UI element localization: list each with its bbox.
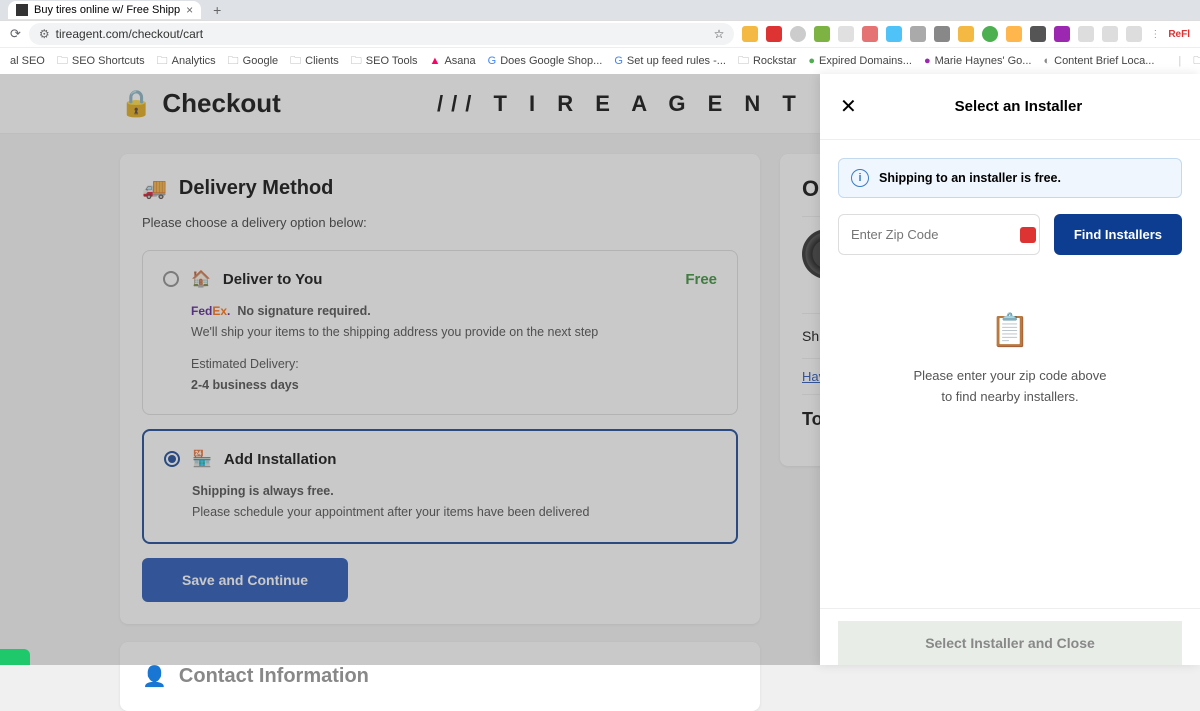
find-installers-button[interactable]: Find Installers [1054, 214, 1182, 255]
bookmark-item[interactable]: GDoes Google Shop... [488, 55, 603, 67]
bookmark-bar: al SEO 🗀SEO Shortcuts 🗀Analytics 🗀Google… [0, 47, 1200, 74]
bookmark-item[interactable]: ●Expired Domains... [808, 55, 912, 67]
ext-icon[interactable] [934, 26, 950, 42]
address-bar: ⟳ ⚙ tireagent.com/checkout/cart ☆ ⋮ [0, 20, 1200, 47]
ext-icon[interactable] [1054, 26, 1070, 42]
contact-title: Contact Information [179, 665, 369, 688]
select-installer-close-button[interactable]: Select Installer and Close [838, 621, 1182, 665]
bookmark-item[interactable]: 🗀SEO Shortcuts [57, 52, 145, 71]
ext-icon[interactable] [766, 26, 782, 42]
extension-icons: ⋮ ReFl [742, 26, 1190, 42]
browser-tab[interactable]: Buy tires online w/ Free Shipp × [8, 1, 201, 19]
contact-icon: 👤 [142, 664, 167, 689]
tab-favicon [16, 4, 28, 16]
ext-icon[interactable] [910, 26, 926, 42]
ext-icon[interactable] [1126, 26, 1142, 42]
installer-drawer: ✕ Select an Installer i Shipping to an i… [820, 74, 1200, 665]
ext-icon[interactable] [862, 26, 878, 42]
page-content: 🔒 Checkout /// T I R E A G E N T 🚚 Deliv… [0, 74, 1200, 665]
ext-icon[interactable] [886, 26, 902, 42]
bookmark-item[interactable]: 🗀Clients [290, 52, 339, 71]
browser-chrome: Buy tires online w/ Free Shipp × + ⟳ ⚙ t… [0, 0, 1200, 74]
ext-icon[interactable] [1078, 26, 1094, 42]
ext-icon[interactable] [958, 26, 974, 42]
all-bookmarks[interactable]: 🗀All Bookmar [1193, 52, 1200, 71]
ext-icon[interactable] [1102, 26, 1118, 42]
bookmark-item[interactable]: 🗀SEO Tools [351, 52, 418, 71]
banner-text: Shipping to an installer is free. [879, 171, 1061, 185]
ext-icon[interactable] [814, 26, 830, 42]
empty-line1: Please enter your zip code above [858, 366, 1162, 387]
bookmark-item[interactable]: 🗀Analytics [157, 52, 216, 71]
drawer-title: Select an Installer [857, 98, 1180, 115]
tab-title: Buy tires online w/ Free Shipp [34, 4, 180, 16]
ext-icon[interactable] [838, 26, 854, 42]
info-banner: i Shipping to an installer is free. [838, 158, 1182, 198]
info-icon: i [851, 169, 869, 187]
ext-label[interactable]: ReFl [1168, 29, 1190, 40]
bookmark-item[interactable]: GSet up feed rules -... [614, 55, 726, 67]
chat-widget[interactable] [0, 649, 30, 665]
empty-state: 📋 Please enter your zip code above to fi… [838, 285, 1182, 428]
empty-line2: to find nearby installers. [858, 387, 1162, 408]
ext-overflow[interactable]: ⋮ [1150, 29, 1160, 40]
bookmark-item[interactable]: ▲Asana [430, 55, 476, 67]
clipboard-icon: 📋 [858, 305, 1162, 356]
reload-icon[interactable]: ⟳ [10, 26, 21, 42]
ext-icon[interactable] [1030, 26, 1046, 42]
bookmark-star-icon[interactable]: ☆ [714, 27, 725, 41]
url-text: tireagent.com/checkout/cart [56, 27, 203, 41]
bookmark-item[interactable]: al SEO [10, 55, 45, 67]
bookmark-item[interactable]: 🗀Google [228, 52, 278, 71]
close-icon[interactable]: ✕ [840, 94, 857, 119]
ext-icon[interactable] [1006, 26, 1022, 42]
tab-close-icon[interactable]: × [186, 3, 193, 17]
zip-input[interactable] [838, 214, 1040, 255]
ext-icon[interactable] [742, 26, 758, 42]
url-input[interactable]: ⚙ tireagent.com/checkout/cart ☆ [29, 23, 734, 45]
bookmark-item[interactable]: ◐Content Brief Loca... [1043, 55, 1154, 67]
tab-bar: Buy tires online w/ Free Shipp × + [0, 0, 1200, 20]
ext-icon[interactable] [790, 26, 806, 42]
site-settings-icon[interactable]: ⚙ [39, 27, 50, 41]
input-badge-icon [1020, 227, 1036, 243]
bookmark-item[interactable]: ●Marie Haynes' Go... [924, 55, 1032, 67]
bookmark-item[interactable]: 🗀Rockstar [738, 52, 796, 71]
ext-icon[interactable] [982, 26, 998, 42]
new-tab-button[interactable]: + [209, 2, 225, 18]
